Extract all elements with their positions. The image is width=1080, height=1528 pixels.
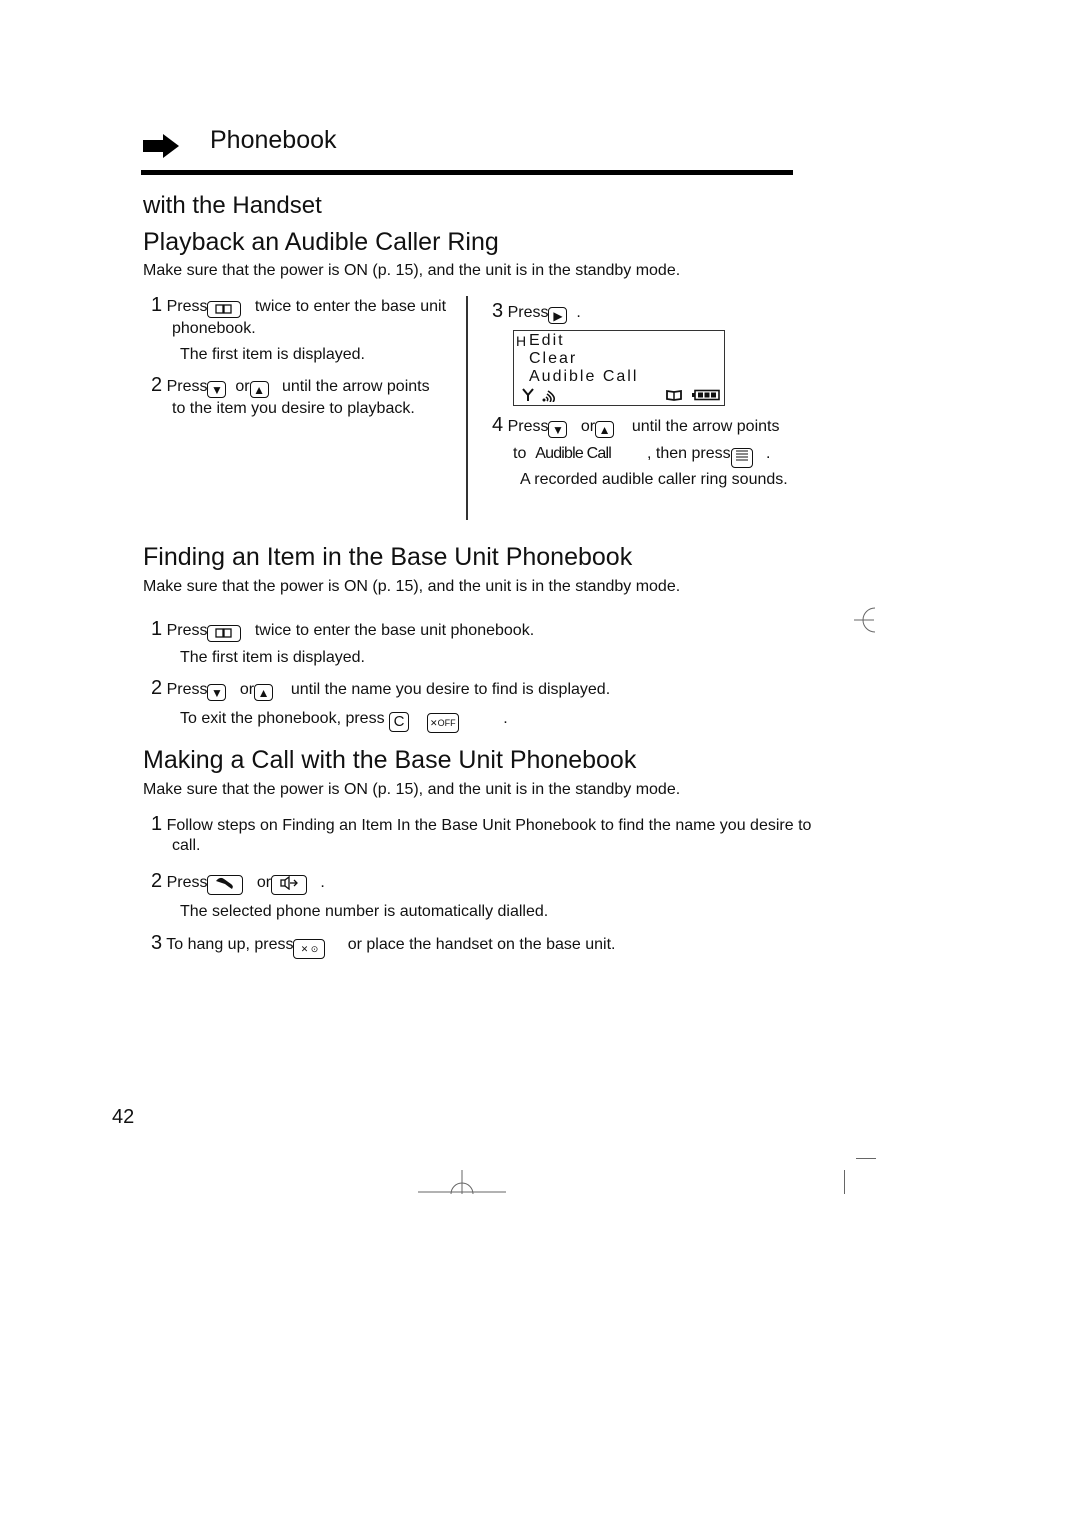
step-1-line2: phonebook. — [172, 320, 256, 337]
section-note-making: Make sure that the power is ON (p. 15), … — [143, 781, 681, 798]
lcd-display: H Edit Clear Audible Call — [513, 330, 725, 406]
lcd-item-clear: Clear — [529, 350, 578, 367]
phonebook-icon — [666, 389, 682, 401]
column-divider — [466, 296, 468, 520]
step-1-making-line2: call. — [172, 837, 201, 854]
speaker-icon — [280, 875, 298, 891]
section-note-finding: Make sure that the power is ON (p. 15), … — [143, 578, 681, 595]
phone-handset-icon — [216, 877, 234, 889]
up-key[interactable]: ▲ — [254, 684, 274, 701]
lcd-item-audible-call: Audible Call — [529, 368, 639, 385]
triangle-down-icon: ▼ — [211, 383, 223, 397]
triangle-down-icon: ▼ — [211, 686, 223, 700]
triangle-up-icon: ▲ — [598, 423, 611, 437]
step-2-finding: 2 Press ▼ or ▲ until the name you desire t… — [151, 677, 611, 701]
step-3-playback: 3 Press ▶ . — [492, 300, 581, 324]
chapter-title: Phonebook — [210, 126, 337, 154]
triangle-up-icon: ▲ — [253, 383, 266, 397]
triangle-up-icon: ▲ — [257, 686, 270, 700]
step-2-playback: 2 Press ▼ or ▲ until the arrow points — [151, 374, 430, 398]
section-title-playback: Playback an Audible Caller Ring — [143, 228, 499, 256]
page-number: 42 — [112, 1106, 135, 1128]
section-title-finding: Finding an Item in the Base Unit Phonebo… — [143, 543, 633, 571]
crop-mark-v — [844, 1170, 845, 1194]
section-note-playback: Make sure that the power is ON (p. 15), … — [143, 262, 681, 279]
status-icons — [666, 389, 720, 401]
chapter-subtitle: with the Handset — [143, 192, 322, 219]
battery-icon — [692, 389, 720, 401]
step-2-finding-sub: To exit the phonebook, press C ✕OFF . — [180, 708, 508, 733]
step-1-finding: 1 Press twice to enter the base unit pho… — [151, 618, 535, 642]
right-key[interactable]: ▶ — [548, 307, 568, 324]
off-key[interactable]: ✕ ⊙ — [293, 939, 326, 959]
antenna-icon — [522, 388, 534, 401]
step-1-playback: 1 Press twice to enter the base unit — [151, 294, 447, 318]
triangle-right-icon: ▶ — [553, 309, 563, 323]
step-4-sub: A recorded audible caller ring sounds. — [520, 471, 788, 488]
down-key[interactable]: ▼ — [207, 684, 227, 701]
up-key[interactable]: ▲ — [595, 421, 615, 438]
lcd-item-edit: Edit — [529, 332, 565, 349]
book-icon — [215, 628, 233, 638]
phonebook-key[interactable] — [207, 301, 242, 318]
phonebook-key[interactable] — [207, 625, 242, 642]
lcd-cursor: H — [516, 333, 527, 349]
step-4-line2: to Audible Call, then press . — [513, 443, 770, 468]
signal-icons — [522, 388, 555, 402]
triangle-down-icon: ▼ — [552, 423, 564, 437]
step-2-making-sub: The selected phone number is automatical… — [180, 903, 549, 920]
step-3-making: 3 To hang up, press ✕ ⊙ or place the hand… — [151, 932, 615, 959]
section-title-making: Making a Call with the Base Unit Phonebo… — [143, 746, 637, 774]
down-key[interactable]: ▼ — [548, 421, 568, 438]
step-2-making: 2 Press or . — [151, 870, 325, 895]
arrow-right-icon — [143, 134, 179, 158]
step-4-playback: 4 Press ▼ or ▲ until the arrow points — [492, 414, 780, 438]
talk-key[interactable] — [207, 875, 244, 895]
speakerphone-key[interactable] — [271, 875, 308, 895]
up-key[interactable]: ▲ — [249, 381, 269, 398]
menu-lines-icon — [735, 450, 748, 461]
step-2-line2: to the item you desire to playback. — [172, 400, 415, 417]
off-key[interactable]: ✕OFF — [426, 713, 459, 733]
step-1-finding-sub: The first item is displayed. — [180, 649, 365, 666]
header-rule — [141, 170, 793, 175]
range-icon — [542, 390, 555, 402]
clear-key[interactable]: C — [389, 712, 410, 732]
down-key[interactable]: ▼ — [207, 381, 227, 398]
registration-mark-right — [854, 607, 876, 633]
registration-mark-bottom — [418, 1170, 506, 1195]
crop-mark-h — [856, 1158, 876, 1159]
step-1-making: 1 Follow steps on Finding an Item In the… — [151, 813, 812, 835]
book-icon — [215, 304, 233, 314]
hang-up-icon: ✕ — [430, 718, 438, 728]
menu-key[interactable] — [730, 448, 753, 468]
hang-up-icon: ✕ ⊙ — [300, 944, 319, 954]
step-1-sub: The first item is displayed. — [180, 346, 365, 363]
